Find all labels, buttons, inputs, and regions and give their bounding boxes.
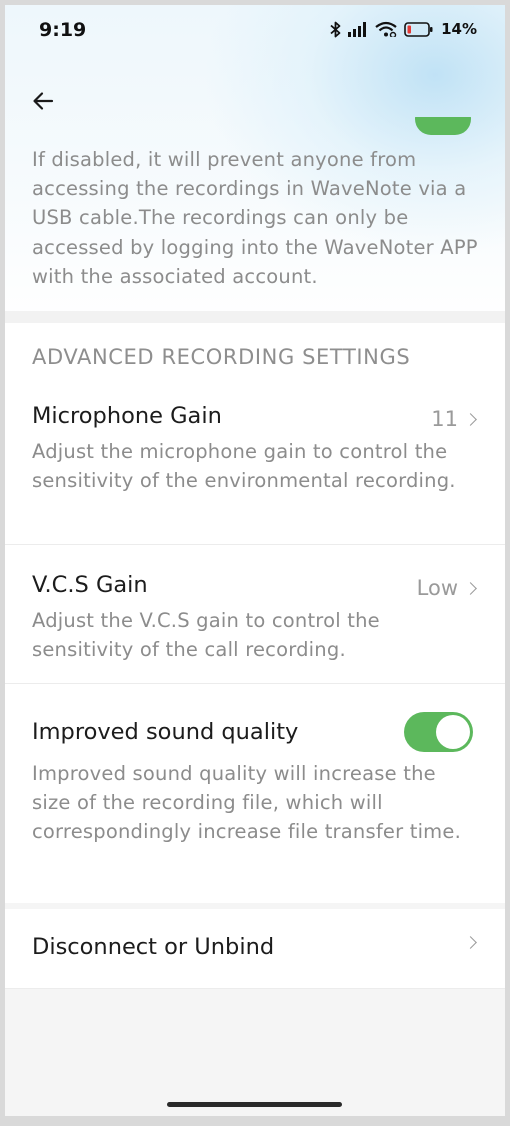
row-divider xyxy=(5,683,505,684)
status-time: 9:19 xyxy=(39,19,87,41)
row-divider xyxy=(5,988,505,989)
section-header-advanced: ADVANCED RECORDING SETTINGS xyxy=(32,345,411,369)
microphone-gain-title[interactable]: Microphone Gain xyxy=(32,403,222,429)
phone-screen: 9:19 14% If disabled, it will prevent an… xyxy=(5,5,505,1116)
vcs-gain-description: Adjust the V.C.S gain to control the sen… xyxy=(32,609,380,662)
disconnect-chevron[interactable] xyxy=(464,936,477,949)
chevron-right-icon xyxy=(464,581,477,595)
battery-percent: 14% xyxy=(441,20,477,38)
home-indicator[interactable] xyxy=(167,1102,342,1107)
battery-icon xyxy=(404,21,434,37)
chevron-right-icon xyxy=(464,412,477,426)
microphone-gain-description: Adjust the microphone gain to control th… xyxy=(32,440,456,493)
improved-sound-title: Improved sound quality xyxy=(32,719,299,745)
microphone-gain-value-text: 11 xyxy=(431,407,458,431)
section-divider xyxy=(5,311,505,323)
toggle-knob xyxy=(436,715,470,749)
vcs-gain-value-text: Low xyxy=(416,576,458,600)
vcs-gain-title[interactable]: V.C.S Gain xyxy=(32,572,148,598)
improved-sound-description: Improved sound quality will increase the… xyxy=(32,762,461,844)
signal-icon xyxy=(348,21,368,37)
row-divider xyxy=(5,544,505,545)
chevron-right-icon xyxy=(464,936,477,949)
status-icons: 14% xyxy=(330,20,477,38)
disconnect-unbind-button[interactable]: Disconnect or Unbind xyxy=(32,934,274,960)
improved-sound-toggle[interactable] xyxy=(404,712,473,752)
status-bar: 9:19 14% xyxy=(5,5,505,57)
bluetooth-icon xyxy=(330,21,341,38)
back-arrow-icon xyxy=(33,92,54,110)
back-button[interactable] xyxy=(27,85,59,117)
usb-access-description: If disabled, it will prevent anyone from… xyxy=(32,148,478,288)
vcs-gain-value[interactable]: Low xyxy=(416,576,477,600)
wifi-icon xyxy=(375,21,397,37)
microphone-gain-value[interactable]: 11 xyxy=(431,407,477,431)
usb-access-toggle[interactable] xyxy=(415,117,471,139)
